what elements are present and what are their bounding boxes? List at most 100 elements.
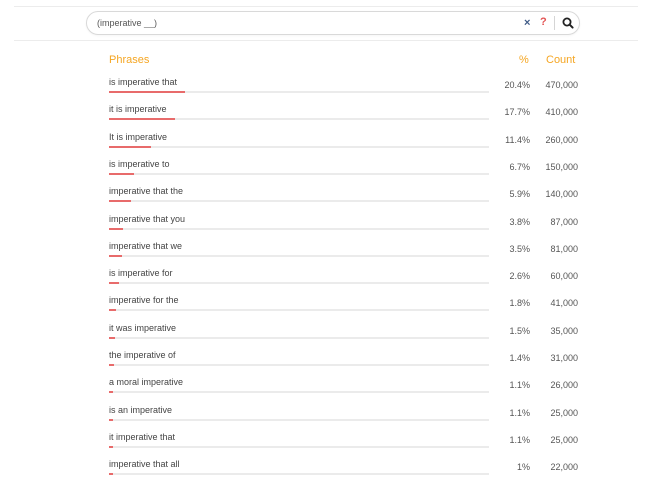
frequency-bar-track bbox=[109, 473, 489, 476]
frequency-bar-track bbox=[109, 227, 489, 230]
phrase-link[interactable]: It is imperative bbox=[109, 132, 167, 142]
result-row[interactable]: it was imperative 1.5% 35,000 bbox=[0, 323, 652, 350]
percent-value: 1.8% bbox=[509, 298, 530, 309]
percent-value: 1.4% bbox=[509, 353, 530, 363]
result-row[interactable]: is an imperative 1.1% 25,000 bbox=[0, 405, 652, 432]
count-value: 87,000 bbox=[550, 216, 578, 227]
result-row[interactable]: imperative that the 5.9% 140,000 bbox=[0, 186, 652, 213]
frequency-bar bbox=[109, 445, 114, 448]
frequency-bar bbox=[109, 145, 152, 148]
search-icon[interactable] bbox=[561, 16, 575, 30]
phrase-link[interactable]: is imperative to bbox=[109, 159, 170, 169]
count-value: 25,000 bbox=[550, 407, 578, 418]
frequency-bar-track bbox=[109, 145, 489, 148]
frequency-bar bbox=[109, 391, 114, 394]
search-input[interactable] bbox=[97, 15, 507, 31]
phrase-link[interactable]: it is imperative bbox=[109, 104, 167, 114]
phrase-link[interactable]: imperative for the bbox=[109, 295, 179, 305]
count-value: 81,000 bbox=[550, 243, 578, 254]
percent-value: 17.7% bbox=[504, 107, 530, 118]
percent-header: % bbox=[519, 54, 529, 66]
frequency-bar bbox=[109, 364, 115, 366]
frequency-bar-track bbox=[109, 282, 489, 285]
phrase-link[interactable]: is an imperative bbox=[109, 405, 172, 415]
percent-value: 1.1% bbox=[509, 407, 530, 418]
phrases-header: Phrases bbox=[109, 54, 150, 66]
frequency-bar-track bbox=[109, 445, 489, 448]
count-value: 410,000 bbox=[545, 107, 578, 118]
frequency-bar-track bbox=[109, 254, 489, 257]
frequency-bar bbox=[109, 118, 175, 121]
frequency-bar bbox=[109, 91, 185, 93]
frequency-bar-track bbox=[109, 118, 489, 121]
percent-value: 3.5% bbox=[509, 243, 530, 254]
phrase-link[interactable]: the imperative of bbox=[109, 350, 176, 360]
result-row[interactable]: imperative that we 3.5% 81,000 bbox=[0, 241, 652, 268]
frequency-bar-track bbox=[109, 336, 489, 339]
clear-icon[interactable]: × bbox=[524, 16, 530, 30]
top-divider bbox=[14, 6, 638, 7]
count-value: 26,000 bbox=[550, 380, 578, 391]
frequency-bar bbox=[109, 309, 116, 312]
result-row[interactable]: it imperative that 1.1% 25,000 bbox=[0, 432, 652, 459]
frequency-bar-track bbox=[109, 364, 489, 366]
search-box: × ? bbox=[86, 11, 580, 35]
count-value: 140,000 bbox=[545, 189, 578, 200]
count-value: 41,000 bbox=[550, 298, 578, 309]
result-row[interactable]: a moral imperative 1.1% 26,000 bbox=[0, 377, 652, 404]
frequency-bar bbox=[109, 282, 119, 285]
phrase-link[interactable]: imperative that we bbox=[109, 241, 182, 251]
count-value: 150,000 bbox=[545, 161, 578, 172]
percent-value: 6.7% bbox=[509, 161, 530, 172]
percent-value: 3.8% bbox=[509, 216, 530, 227]
frequency-bar-track bbox=[109, 391, 489, 394]
result-row[interactable]: is imperative to 6.7% 150,000 bbox=[0, 159, 652, 186]
result-row[interactable]: is imperative for 2.6% 60,000 bbox=[0, 268, 652, 295]
frequency-bar bbox=[109, 254, 123, 257]
frequency-bar bbox=[109, 172, 134, 175]
percent-value: 1.1% bbox=[509, 434, 530, 445]
phrase-link[interactable]: a moral imperative bbox=[109, 377, 183, 387]
count-value: 260,000 bbox=[545, 134, 578, 145]
frequency-bar bbox=[109, 227, 124, 230]
phrase-link[interactable]: is imperative that bbox=[109, 77, 177, 87]
search-bottom-divider bbox=[14, 40, 638, 41]
percent-value: 1% bbox=[516, 462, 530, 473]
count-header: Count bbox=[546, 54, 576, 66]
frequency-bar bbox=[109, 418, 114, 421]
phrase-link[interactable]: it imperative that bbox=[109, 432, 175, 442]
result-row[interactable]: imperative that you 3.8% 87,000 bbox=[0, 214, 652, 241]
phrase-link[interactable]: is imperative for bbox=[109, 268, 173, 278]
count-value: 60,000 bbox=[550, 271, 578, 282]
search-divider bbox=[554, 16, 555, 30]
frequency-bar bbox=[109, 473, 113, 476]
frequency-bar-track bbox=[109, 309, 489, 312]
count-value: 25,000 bbox=[550, 434, 578, 445]
result-row[interactable]: the imperative of 1.4% 31,000 bbox=[0, 350, 652, 377]
percent-value: 2.6% bbox=[509, 271, 530, 282]
phrase-link[interactable]: imperative that all bbox=[109, 459, 180, 469]
frequency-bar-track bbox=[109, 172, 489, 175]
percent-value: 1.5% bbox=[509, 325, 530, 336]
phrase-link[interactable]: imperative that you bbox=[109, 214, 185, 224]
count-value: 35,000 bbox=[550, 325, 578, 336]
help-icon[interactable]: ? bbox=[540, 15, 547, 29]
frequency-bar bbox=[109, 200, 131, 203]
result-row[interactable]: It is imperative 11.4% 260,000 bbox=[0, 132, 652, 159]
count-value: 31,000 bbox=[550, 353, 578, 363]
result-row[interactable]: it is imperative 17.7% 410,000 bbox=[0, 104, 652, 131]
frequency-bar-track bbox=[109, 91, 489, 93]
frequency-bar bbox=[109, 336, 115, 339]
count-value: 22,000 bbox=[550, 462, 578, 473]
phrase-link[interactable]: it was imperative bbox=[109, 323, 176, 333]
percent-value: 1.1% bbox=[509, 380, 530, 391]
result-row[interactable]: is imperative that 20.4% 470,000 bbox=[0, 77, 652, 104]
phrase-link[interactable]: imperative that the bbox=[109, 186, 183, 196]
percent-value: 20.4% bbox=[504, 80, 530, 90]
percent-value: 5.9% bbox=[509, 189, 530, 200]
percent-value: 11.4% bbox=[505, 134, 530, 145]
frequency-bar-track bbox=[109, 418, 489, 421]
count-value: 470,000 bbox=[545, 80, 578, 90]
frequency-bar-track bbox=[109, 200, 489, 203]
result-row[interactable]: imperative for the 1.8% 41,000 bbox=[0, 295, 652, 322]
